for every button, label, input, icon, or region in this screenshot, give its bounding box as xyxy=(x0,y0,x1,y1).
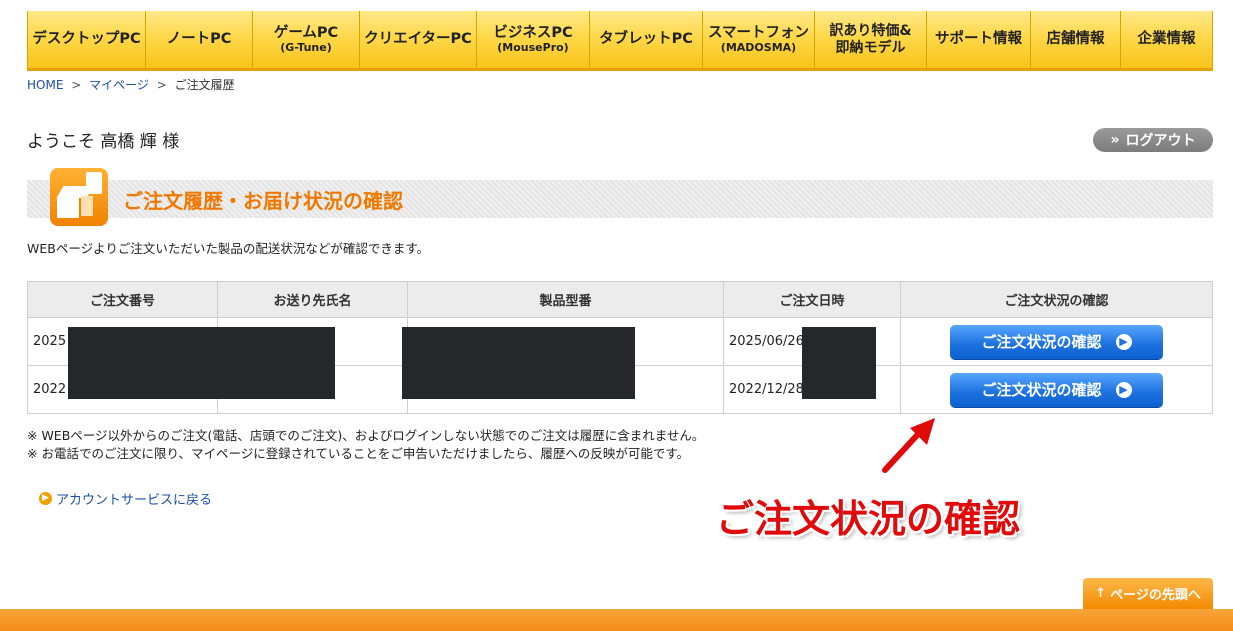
notes: ※ WEBページ以外からのご注文(電話、店頭でのご注文)、およびログインしない状… xyxy=(27,427,704,463)
nav-bar: デスクトップPC ノートPC ゲームPC (G-Tune) クリエイターPC ビジ… xyxy=(27,11,1213,71)
package-box-icon xyxy=(50,168,108,226)
column-header: ご注文番号 xyxy=(27,281,218,318)
button-label: ご注文状況の確認 xyxy=(981,333,1102,351)
column-header: お送り先氏名 xyxy=(217,281,408,318)
nav-sublabel: (G-Tune) xyxy=(280,40,332,54)
nav-business-pc[interactable]: ビジネスPC (MousePro) xyxy=(477,11,590,68)
nav-smartphone[interactable]: スマートフォン (MADOSMA) xyxy=(703,11,815,68)
column-header: ご注文日時 xyxy=(723,281,901,318)
breadcrumb-current: ご注文履歴 xyxy=(174,78,235,92)
redaction-block xyxy=(402,327,635,399)
nav-sublabel: (MADOSMA) xyxy=(720,40,797,54)
redaction-block xyxy=(802,327,876,399)
logout-label: ログアウト xyxy=(1125,133,1196,149)
order-date: 2025/06/26 xyxy=(729,334,804,349)
status-cell: ご注文状況の確認 ▶ xyxy=(900,365,1213,414)
page-top-label: ページの先頭へ xyxy=(1110,588,1201,603)
nav-label: ノートPC xyxy=(166,31,232,48)
arrow-up-icon: ↑ xyxy=(1095,586,1107,601)
nav-label: 店舗情報 xyxy=(1046,31,1105,48)
breadcrumb-separator: > xyxy=(156,78,167,92)
status-cell: ご注文状況の確認 ▶ xyxy=(900,317,1213,366)
button-label: ご注文状況の確認 xyxy=(981,381,1102,399)
nav-outlet[interactable]: 訳あり特価& 即納モデル xyxy=(815,11,927,68)
breadcrumb-mypage[interactable]: マイページ xyxy=(89,78,149,92)
nav-company[interactable]: 企業情報 xyxy=(1121,11,1213,68)
nav-sublabel: (MousePro) xyxy=(497,40,569,54)
nav-creator-pc[interactable]: クリエイターPC xyxy=(360,11,477,68)
nav-game-pc[interactable]: ゲームPC (G-Tune) xyxy=(253,11,360,68)
footer-bar xyxy=(0,609,1233,631)
nav-label: デスクトップPC xyxy=(32,31,141,48)
back-to-account-link[interactable]: ▶ アカウントサービスに戻る xyxy=(39,489,212,508)
nav-stores[interactable]: 店舗情報 xyxy=(1031,11,1121,68)
logout-button[interactable]: » ログアウト xyxy=(1093,128,1213,152)
double-chevron-right-icon: » xyxy=(1110,132,1120,148)
welcome-message: ようこそ 高橋 輝 様 xyxy=(27,132,180,152)
nav-tablet-pc[interactable]: タブレットPC xyxy=(590,11,703,68)
nav-note-pc[interactable]: ノートPC xyxy=(146,11,253,68)
order-status-button[interactable]: ご注文状況の確認 ▶ xyxy=(950,324,1163,359)
global-nav: デスクトップPC ノートPC ゲームPC (G-Tune) クリエイターPC ビジ… xyxy=(0,0,1233,71)
order-date: 2022/12/28 xyxy=(729,382,804,397)
annotation-arrow-icon xyxy=(882,418,935,473)
nav-label: 企業情報 xyxy=(1137,31,1196,48)
nav-support[interactable]: サポート情報 xyxy=(927,11,1031,68)
arrow-right-circle-icon: ▶ xyxy=(39,492,52,505)
order-number: 2022 xyxy=(33,382,67,397)
note-line: ※ お電話でのご注文に限り、マイページに登録されていることをご申告いただけました… xyxy=(27,446,690,461)
arrow-right-icon: ▶ xyxy=(1115,333,1132,350)
breadcrumb-separator: > xyxy=(71,78,82,92)
section-header: ご注文履歴・お届け状況の確認 xyxy=(27,168,1213,226)
breadcrumb: HOME > マイページ > ご注文履歴 xyxy=(27,76,235,93)
annotation-label: ご注文状況の確認 xyxy=(716,497,1021,541)
order-number: 2025 xyxy=(33,334,67,349)
arrow-right-icon: ▶ xyxy=(1115,381,1132,398)
back-link-label: アカウントサービスに戻る xyxy=(56,493,213,508)
nav-label: ビジネスPC xyxy=(493,24,573,41)
section-title: ご注文履歴・お届け状況の確認 xyxy=(123,189,403,213)
column-header: ご注文状況の確認 xyxy=(900,281,1213,318)
page-top-button[interactable]: ↑ ページの先頭へ xyxy=(1083,578,1213,609)
note-line: ※ WEBページ以外からのご注文(電話、店頭でのご注文)、およびログインしない状… xyxy=(27,428,705,443)
nav-label: クリエイターPC xyxy=(364,31,472,48)
intro-text: WEBページよりご注文いただいた製品の配送状況などが確認できます。 xyxy=(27,241,430,256)
nav-label: スマートフォン xyxy=(707,24,810,41)
table-header-row: ご注文番号 お送り先氏名 製品型番 ご注文日時 ご注文状況の確認 xyxy=(27,281,1213,318)
redaction-block xyxy=(68,327,335,399)
nav-label: ゲームPC xyxy=(273,24,339,41)
nav-label: 訳あり特価& xyxy=(829,23,912,40)
nav-label-line2: 即納モデル xyxy=(835,39,906,56)
order-status-button[interactable]: ご注文状況の確認 ▶ xyxy=(950,372,1163,407)
breadcrumb-home[interactable]: HOME xyxy=(27,78,63,92)
column-header: 製品型番 xyxy=(407,281,724,318)
nav-desktop-pc[interactable]: デスクトップPC xyxy=(27,11,146,68)
nav-label: サポート情報 xyxy=(935,31,1022,48)
nav-label: タブレットPC xyxy=(599,31,693,48)
